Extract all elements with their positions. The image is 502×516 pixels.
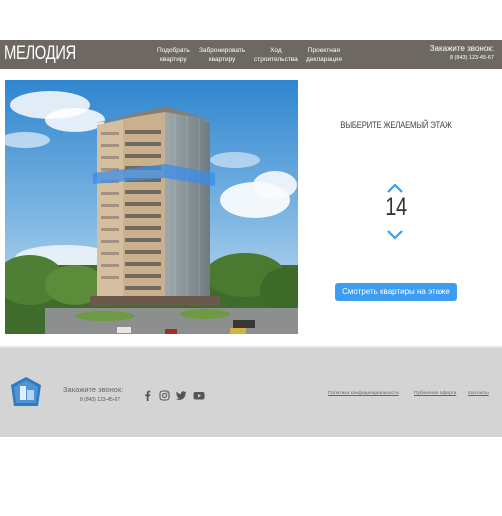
- site-logo[interactable]: МЕЛОДИЯ: [4, 43, 76, 65]
- floor-selector-title: ВЫБЕРИТЕ ЖЕЛАЕМЫЙ ЭТАЖ: [340, 120, 452, 131]
- nav-book-apartment[interactable]: Забронировать квартиру: [199, 46, 245, 64]
- youtube-icon[interactable]: [193, 388, 205, 400]
- facebook-icon[interactable]: [142, 388, 153, 401]
- nav-label-line1: Проектная: [307, 47, 340, 54]
- footer-link-contacts[interactable]: Контакты: [468, 391, 489, 396]
- nav-label-line2: квартиру: [160, 56, 187, 63]
- nav-label-line1: Забронировать: [199, 47, 246, 54]
- page: МЕЛОДИЯ Подобрать квартиру Забронировать…: [0, 0, 502, 516]
- footer-callback-label: Закажите звонок:: [63, 385, 124, 394]
- floor-down-arrow[interactable]: [387, 227, 403, 240]
- nav-label-line2: декларация: [306, 56, 342, 63]
- floor-up-arrow[interactable]: [387, 180, 403, 193]
- nav-choose-apartment[interactable]: Подобрать квартиру: [157, 46, 190, 64]
- nav-label-line2: квартиру: [208, 56, 236, 63]
- building-logo-icon: [11, 377, 41, 406]
- header-bar: МЕЛОДИЯ Подобрать квартиру Забронировать…: [0, 40, 502, 69]
- footer-logo[interactable]: [10, 376, 42, 408]
- footer: Закажите звонок: 8 (843) 123-45-67 Полит…: [0, 346, 502, 437]
- nav-label-line2: строительства: [254, 56, 298, 63]
- twitter-icon[interactable]: [176, 388, 187, 400]
- footer-link-offer[interactable]: Публичная оферта: [414, 391, 456, 396]
- footer-callback-phone[interactable]: 8 (843) 123-45-67: [80, 397, 123, 403]
- callback-label: Закажите звонок:: [429, 44, 494, 53]
- footer-link-privacy[interactable]: Политика конфиденциальности: [328, 391, 399, 396]
- chevron-down-icon: [387, 230, 403, 240]
- nav-label-line1: Ход: [270, 47, 282, 54]
- nav-project-declaration[interactable]: Проектная декларация: [306, 46, 342, 64]
- current-floor-number: 14: [385, 193, 407, 221]
- nav-label-line1: Подобрать: [157, 47, 190, 54]
- footer-callback[interactable]: Закажите звонок: 8 (843) 123-45-67: [63, 385, 123, 403]
- nav-construction-progress[interactable]: Ход строительства: [254, 46, 298, 64]
- view-floor-apartments-button[interactable]: Смотреть квартиры на этаже: [335, 283, 457, 301]
- chevron-up-icon: [387, 183, 403, 193]
- building-image: [5, 80, 298, 334]
- floor-selector: ВЫБЕРИТЕ ЖЕЛАЕМЫЙ ЭТАЖ 14 Смотреть кварт…: [300, 80, 502, 334]
- instagram-icon[interactable]: [159, 388, 170, 401]
- callback-phone[interactable]: 8 (843) 123-45-67: [430, 54, 494, 63]
- header-callback[interactable]: Закажите звонок: 8 (843) 123-45-67: [430, 44, 494, 63]
